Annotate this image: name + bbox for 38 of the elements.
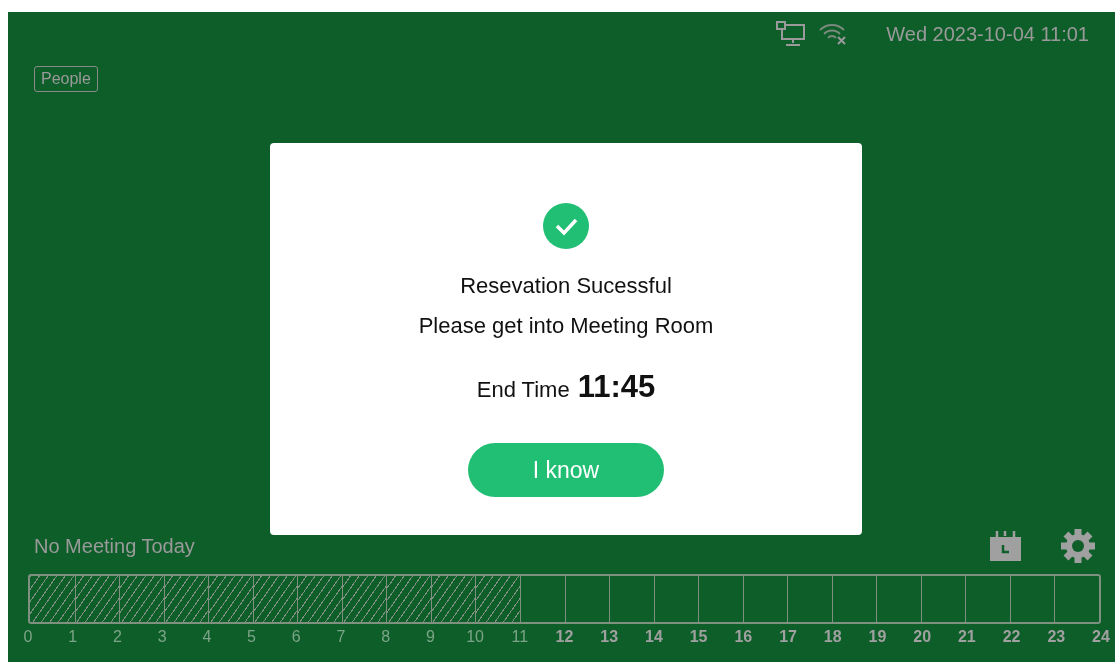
hour-label: 23 [1047,628,1066,647]
wifi-off-icon [818,22,849,46]
dialog-message: Please get into Meeting Room [418,313,714,339]
hour-label: 8 [381,628,391,647]
hour-label: 9 [425,628,435,647]
confirm-button[interactable]: I know [468,443,664,497]
end-time-value: 11:45 [577,369,656,405]
end-time-label: End Time [476,377,570,403]
hour-label: 12 [555,628,574,647]
hour-label: 21 [957,628,976,647]
hour-label: 0 [23,628,33,647]
hour-label: 15 [689,628,708,647]
date-time: Wed 2023-10-04 11:01 [886,22,1089,46]
people-tag: People [34,66,98,92]
hour-label: 3 [157,628,167,647]
schedule-status: No Meeting Today [34,534,196,558]
success-check-icon [543,203,589,249]
hour-label: 24 [1092,628,1110,647]
hour-label: 18 [823,628,842,647]
calendar-icon[interactable] [990,531,1021,561]
hour-label: 4 [202,628,212,647]
hour-label: 11 [511,628,529,647]
hour-label: 20 [913,628,932,647]
hour-label: 10 [466,628,484,647]
hour-label: 22 [1002,628,1021,647]
hour-label: 19 [868,628,887,647]
hour-label: 6 [291,628,301,647]
dialog-title: Resevation Sucessful [460,273,672,299]
settings-icon[interactable] [1061,529,1095,563]
hour-label: 16 [734,628,753,647]
hour-label: 13 [600,628,619,647]
network-monitor-icon [776,21,807,47]
hour-label: 7 [336,628,346,647]
hour-label: 5 [247,628,256,647]
hour-label: 14 [645,628,663,647]
hour-label: 17 [779,628,797,647]
hour-label: 2 [112,628,122,647]
hour-label: 1 [68,628,78,647]
